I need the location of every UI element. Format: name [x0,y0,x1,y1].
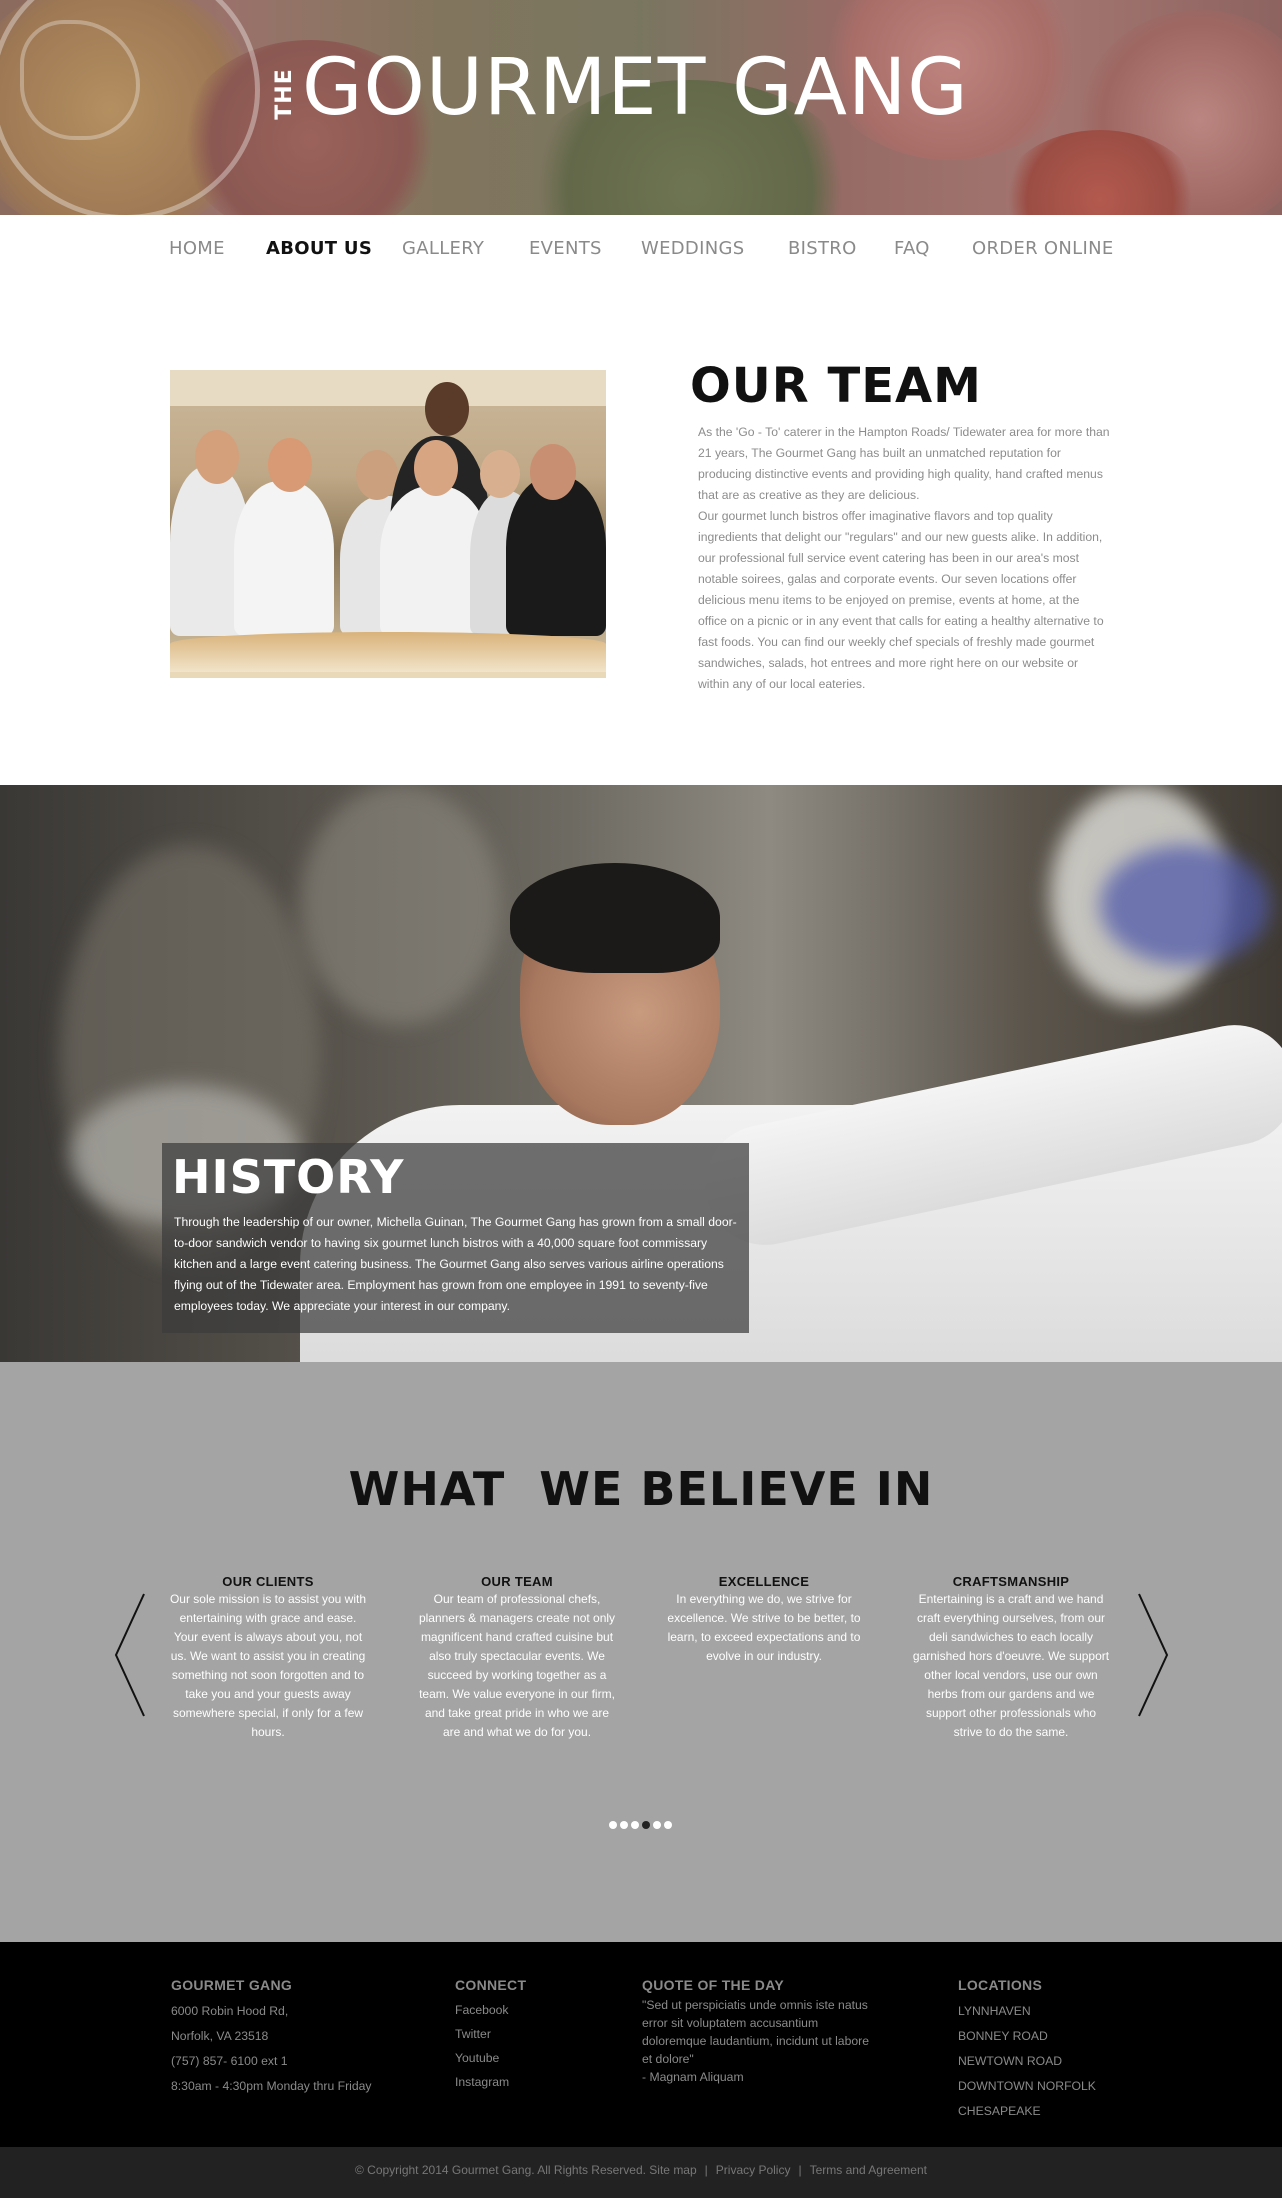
footer-address-line: 6000 Robin Hood Rd, [171,2004,289,2018]
carousel-pagination [609,1821,672,1831]
belief-card-craftsmanship: CRAFTSMANSHIP Entertaining is a craft an… [911,1574,1111,1742]
team-photo [170,370,606,678]
photo-person [234,481,334,636]
photo-counter [170,632,606,672]
footer-location-bonney-road[interactable]: BONNEY ROAD [958,2029,1048,2043]
footer-location-lynnhaven[interactable]: LYNNHAVEN [958,2004,1031,2018]
history-title: HISTORY [172,1150,405,1204]
footer-location-newtown-road[interactable]: NEWTOWN ROAD [958,2054,1062,2068]
footer-hours: 8:30am - 4:30pm Monday thru Friday [171,2079,372,2093]
separator: | [798,2163,802,2177]
footer-phone: (757) 857- 6100 ext 1 [171,2054,288,2068]
footer-quote-heading: QUOTE OF THE DAY [642,1977,784,1993]
kitchen-pipe [300,785,500,1025]
copyright-line: © Copyright 2014 Gourmet Gang. All Right… [0,2163,1282,2177]
footer-link-facebook[interactable]: Facebook [455,2003,509,2017]
footer-locations-heading: LOCATIONS [958,1977,1043,1993]
carousel-dot[interactable] [642,1821,650,1829]
site-footer [0,1942,1282,2147]
belief-text: Our team of professional chefs, planners… [418,1592,616,1739]
nav-item-events[interactable]: EVENTS [529,238,602,259]
belief-heading: EXCELLENCE [718,1574,810,1589]
carousel-dot[interactable] [631,1821,639,1829]
photo-head [425,382,469,436]
chef-hair [510,863,720,973]
terms-link[interactable]: Terms and Agreement [810,2163,927,2177]
team-title: OUR TEAM [690,358,982,414]
photo-head [195,430,239,484]
history-text: Through the leadership of our owner, Mic… [174,1215,737,1313]
nav-item-gallery[interactable]: GALLERY [402,238,484,259]
footer-location-chesapeake[interactable]: CHESAPEAKE [958,2104,1041,2118]
nav-item-faq[interactable]: FAQ [894,238,930,259]
carousel-dot[interactable] [664,1821,672,1829]
belief-card-team: OUR TEAM Our team of professional chefs,… [417,1574,617,1742]
header-banner: THE GOURMET GANG [0,0,1282,215]
footer-location-downtown-norfolk[interactable]: DOWNTOWN NORFOLK [958,2079,1096,2093]
carousel-dot[interactable] [609,1821,617,1829]
carousel-dot[interactable] [653,1821,661,1829]
footer-quote: "Sed ut perspiciatis unde omnis iste nat… [642,1996,872,2086]
photo-head [414,440,458,496]
footer-company-heading: GOURMET GANG [171,1977,293,1993]
kitchen-foil-box [1100,845,1270,965]
photo-ceiling [170,370,606,406]
nav-item-about-us[interactable]: ABOUT US [266,238,372,259]
belief-text: In everything we do, we strive for excel… [667,1592,861,1663]
nav-item-order-online[interactable]: ORDER ONLINE [972,238,1114,259]
belief-card-excellence: EXCELLENCE In everything we do, we striv… [664,1574,864,1666]
team-description: As the 'Go - To' caterer in the Hampton … [698,422,1110,695]
footer-link-instagram[interactable]: Instagram [455,2075,509,2089]
privacy-policy-link[interactable]: Privacy Policy [716,2163,791,2177]
carousel-prev-arrow-icon[interactable] [113,1592,147,1718]
photo-head [356,450,398,500]
photo-person [506,476,606,636]
footer-link-twitter[interactable]: Twitter [455,2027,491,2041]
quote-author: - Magnam Aliquam [642,2070,744,2084]
main-nav: HOME ABOUT US GALLERY EVENTS WEDDINGS BI… [0,215,1282,285]
photo-head [530,444,576,500]
quote-text: "Sed ut perspiciatis unde omnis iste nat… [642,1998,869,2066]
logo-prefix: THE [271,68,297,120]
carousel-next-arrow-icon[interactable] [1136,1592,1170,1718]
nav-item-bistro[interactable]: BISTRO [788,238,857,259]
belief-card-clients: OUR CLIENTS Our sole mission is to assis… [168,1574,368,1742]
nav-item-weddings[interactable]: WEDDINGS [641,238,744,259]
belief-text: Entertaining is a craft and we hand craf… [912,1592,1110,1739]
photo-head [480,450,520,498]
photo-head [268,438,312,492]
carousel-dot[interactable] [620,1821,628,1829]
beliefs-title: WHAT WE BELIEVE IN [348,1462,934,1516]
footer-city-line: Norfolk, VA 23518 [171,2029,269,2043]
site-logo[interactable]: THE GOURMET GANG [272,48,969,128]
belief-heading: OUR TEAM [481,1574,553,1589]
nav-item-home[interactable]: HOME [169,238,225,259]
belief-heading: CRAFTSMANSHIP [952,1574,1070,1589]
team-paragraph-2: Our gourmet lunch bistros offer imaginat… [698,509,1104,691]
separator: | [704,2163,708,2177]
footer-link-youtube[interactable]: Youtube [455,2051,499,2065]
team-paragraph-1: As the 'Go - To' caterer in the Hampton … [698,425,1110,502]
footer-connect-heading: CONNECT [455,1977,527,1993]
belief-text: Our sole mission is to assist you with e… [169,1592,367,1739]
belief-heading: OUR CLIENTS [222,1574,314,1589]
logo-text: GOURMET GANG [302,43,969,133]
copyright-sitemap-link[interactable]: © Copyright 2014 Gourmet Gang. All Right… [355,2163,697,2177]
